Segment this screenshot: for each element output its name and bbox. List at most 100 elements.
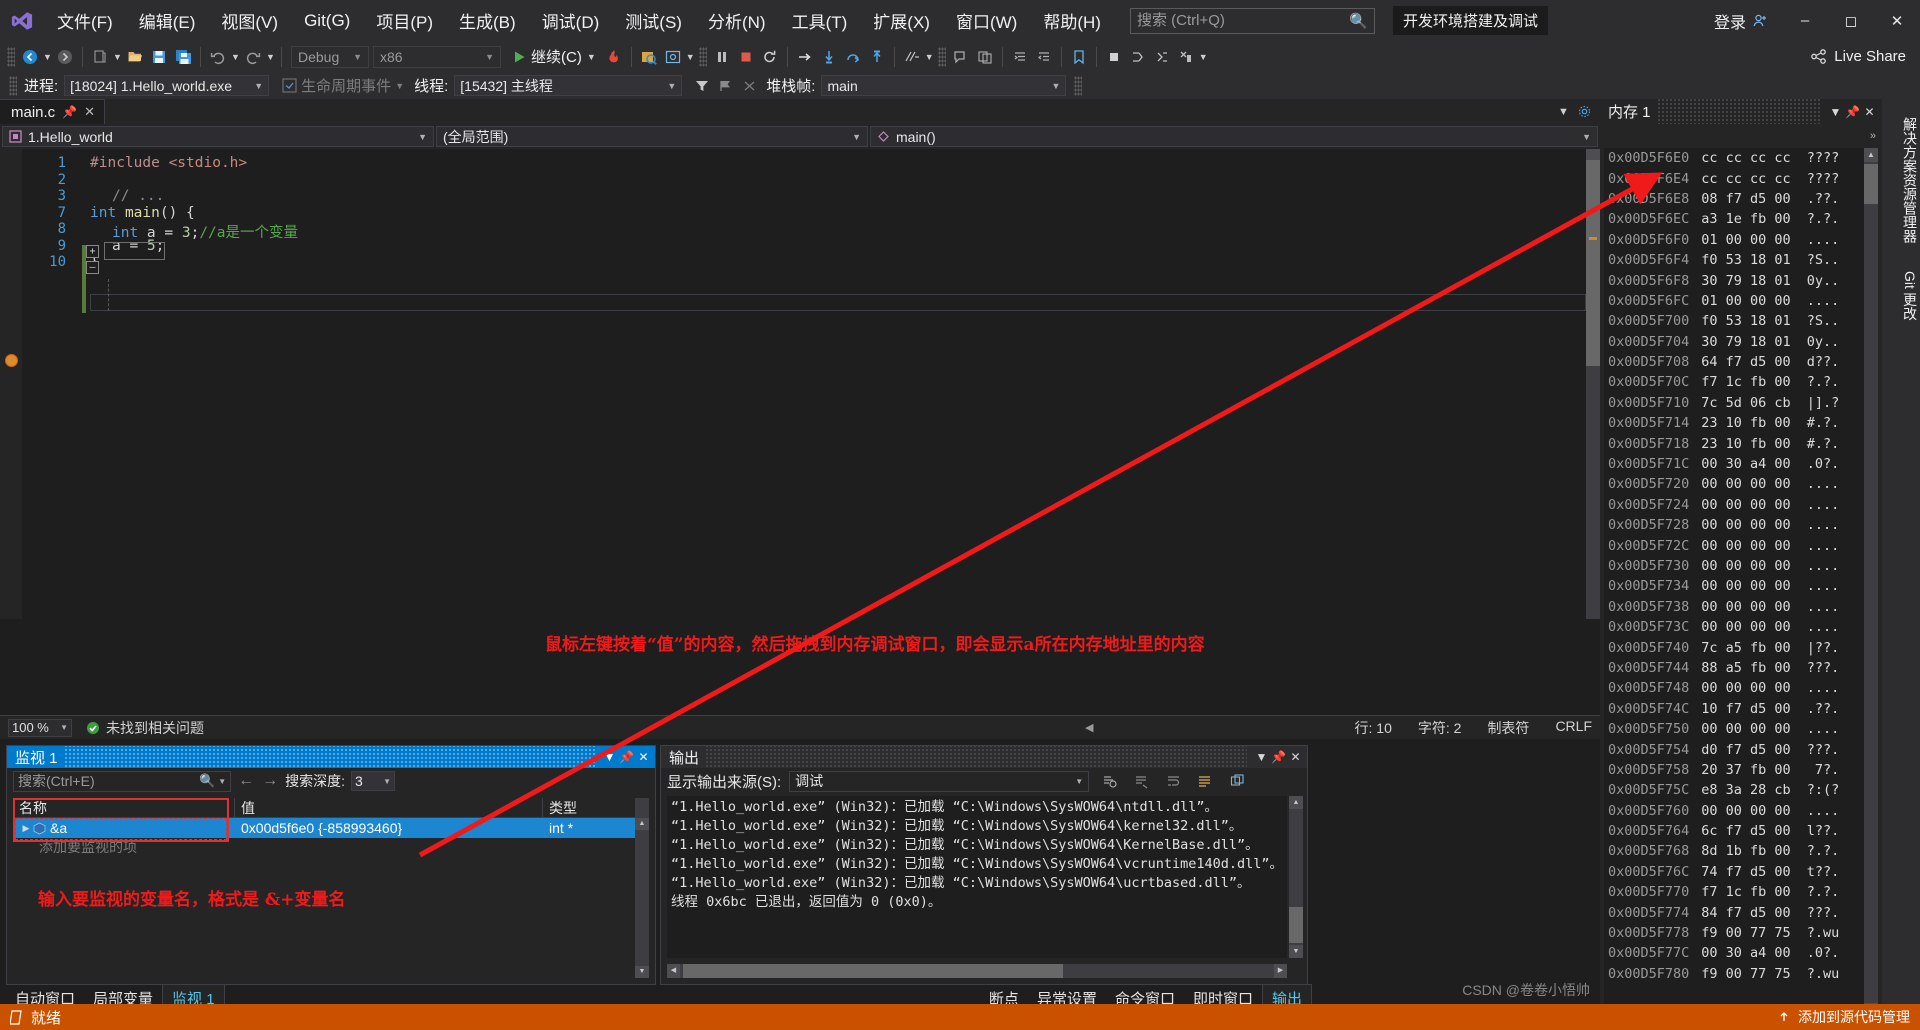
toggle-breakpoint-icon[interactable] xyxy=(1102,45,1126,69)
memory-address-bar[interactable]: » xyxy=(1600,124,1882,148)
memory-row-hex[interactable]: 00 00 00 00 xyxy=(1701,497,1790,513)
memory-row-hex[interactable]: 01 00 00 00 xyxy=(1701,232,1790,248)
redo-dropdown-icon[interactable]: ▼ xyxy=(265,52,276,62)
memory-row[interactable]: 0x00D5F75C e8 3a 28 cb ?:(? xyxy=(1604,780,1878,800)
step-over-icon[interactable] xyxy=(841,45,865,69)
uncomment-icon[interactable] xyxy=(973,45,997,69)
memory-row-hex[interactable]: 30 79 18 01 xyxy=(1701,273,1790,289)
memory-row-hex[interactable]: 00 00 00 00 xyxy=(1701,476,1790,492)
code-line[interactable]: #include <stdio.h> xyxy=(90,155,247,171)
output-window-menu-chevron-down-icon[interactable]: ▼ xyxy=(1253,747,1270,767)
watch-col-value[interactable]: 值 xyxy=(235,798,543,817)
open-file-icon[interactable] xyxy=(123,45,147,69)
navbar-scope-select[interactable]: (全局范围) ▼ xyxy=(436,126,868,147)
menu-item-analyze[interactable]: 分析(N) xyxy=(695,0,779,41)
memory-row[interactable]: 0x00D5F76C 74 f7 d5 00 t??. xyxy=(1604,862,1878,882)
memory-row[interactable]: 0x00D5F774 84 f7 d5 00???. xyxy=(1604,902,1878,922)
breakpoint-gutter[interactable] xyxy=(0,149,22,619)
memory-row-hex[interactable]: 7c 5d 06 cb xyxy=(1701,395,1790,411)
watch-add-item-row[interactable]: 添加要监视的项 xyxy=(13,838,649,856)
breakpoints-dropdown-icon[interactable]: ▼ xyxy=(1198,52,1209,62)
scroll-up-arrow-icon[interactable]: ▲ xyxy=(635,818,649,830)
outdent-icon[interactable] xyxy=(1032,45,1056,69)
memory-row[interactable]: 0x00D5F704 30 79 18 01 0y.. xyxy=(1604,332,1878,352)
memory-row-hex[interactable]: cc cc cc cc xyxy=(1701,150,1790,166)
memory-row-hex[interactable]: f0 53 18 01 xyxy=(1701,252,1790,268)
breakpoint-glyph-icon[interactable] xyxy=(5,354,18,367)
memory-row-hex[interactable]: a3 1e fb 00 xyxy=(1701,211,1790,227)
toolbar-grip-2[interactable] xyxy=(698,46,707,67)
code-line[interactable]: // ... xyxy=(112,188,164,204)
thread-select[interactable]: [15432] 主线程 ▼ xyxy=(454,75,683,96)
memory-vertical-scrollbar[interactable]: ▲ ▼ xyxy=(1864,148,1878,1017)
show-next-statement-icon[interactable] xyxy=(793,45,817,69)
memory-row-hex[interactable]: 20 37 fb 00 xyxy=(1701,762,1790,778)
memory-window-pin-icon[interactable]: 📌 xyxy=(1844,101,1861,123)
memory-row[interactable]: 0x00D5F738 00 00 00 00.... xyxy=(1604,597,1878,617)
memory-row-hex[interactable]: f7 1c fb 00 xyxy=(1701,374,1790,390)
watch-window-menu-chevron-down-icon[interactable]: ▼ xyxy=(601,747,618,767)
watch-search-box[interactable]: 🔍 ▼ xyxy=(13,770,232,792)
scroll-right-arrow-icon[interactable]: ▶ xyxy=(1274,964,1287,978)
scroll-left-arrow-icon[interactable]: ◀ xyxy=(667,964,680,978)
save-all-icon[interactable] xyxy=(171,45,195,69)
watch-col-name[interactable]: 名称 xyxy=(13,798,235,817)
sign-in-button[interactable]: 登录 xyxy=(1700,9,1782,33)
menu-item-git[interactable]: Git(G) xyxy=(291,0,363,41)
output-window-pin-icon[interactable]: 📌 xyxy=(1270,747,1287,767)
output-scroll-thumb[interactable] xyxy=(1289,907,1303,943)
toolbar-grip[interactable] xyxy=(7,46,15,67)
enable-breakpoints-icon[interactable] xyxy=(1126,45,1150,69)
screenshot-icon[interactable] xyxy=(661,45,685,69)
memory-row[interactable]: 0x00D5F708 64 f7 d5 00 d??. xyxy=(1604,352,1878,372)
collapsed-region-box[interactable] xyxy=(104,242,165,260)
navbar-project-select[interactable]: 1.Hello_world ▼ xyxy=(2,126,434,147)
memory-row[interactable]: 0x00D5F77C 00 30 a4 00 .0?. xyxy=(1604,943,1878,963)
memory-row-hex[interactable]: 00 00 00 00 xyxy=(1701,721,1790,737)
status-bar-right[interactable]: 添加到源代码管理 xyxy=(1778,1007,1910,1027)
memory-scroll-thumb[interactable] xyxy=(1864,164,1878,204)
lifecycle-events-icon[interactable] xyxy=(277,74,301,98)
memory-row-hex[interactable]: e8 3a 28 cb xyxy=(1701,782,1790,798)
memory-row-hex[interactable]: 00 00 00 00 xyxy=(1701,517,1790,533)
memory-row[interactable]: 0x00D5F768 8d 1b fb 00?.?. xyxy=(1604,841,1878,861)
memory-row[interactable]: 0x00D5F6FC 01 00 00 00.... xyxy=(1604,291,1878,311)
restart-icon[interactable] xyxy=(758,45,782,69)
memory-toolbar-overflow-icon[interactable]: » xyxy=(1870,130,1876,142)
editor-settings-gear-icon[interactable] xyxy=(1575,101,1594,123)
memory-row[interactable]: 0x00D5F750 00 00 00 00.... xyxy=(1604,719,1878,739)
output-vertical-scrollbar[interactable]: ▲ ▼ xyxy=(1289,796,1303,958)
memory-row-hex[interactable]: 00 00 00 00 xyxy=(1701,803,1790,819)
output-clear-all-icon[interactable] xyxy=(1129,770,1153,792)
memory-row[interactable]: 0x00D5F70C f7 1c fb 00?.?. xyxy=(1604,372,1878,392)
memory-row-hex[interactable]: 64 f7 d5 00 xyxy=(1701,354,1790,370)
search-depth-stepper[interactable]: 3 ▼ xyxy=(351,771,395,791)
expand-chevron-right-icon[interactable]: ▶ xyxy=(19,823,33,834)
memory-row-hex[interactable]: 88 a5 fb 00 xyxy=(1701,660,1790,676)
menu-item-debug[interactable]: 调试(D) xyxy=(529,0,613,41)
undo-icon[interactable] xyxy=(206,45,230,69)
memory-row[interactable]: 0x00D5F744 88 a5 fb 00???. xyxy=(1604,658,1878,678)
navigate-back-dropdown-icon[interactable]: ▼ xyxy=(42,52,53,62)
step-out-icon[interactable] xyxy=(865,45,889,69)
menu-item-build[interactable]: 生成(B) xyxy=(446,0,529,41)
close-button[interactable]: ✕ xyxy=(1874,0,1920,41)
table-row[interactable]: ▶ &a 0x00d5f6e0 {-858993460} int * xyxy=(13,818,649,838)
memory-row-hex[interactable]: 30 79 18 01 xyxy=(1701,334,1790,350)
dock-item-solution-explorer[interactable]: 解决方案资源管理器 xyxy=(1882,107,1920,253)
search-prev-icon[interactable]: ← xyxy=(237,772,255,790)
memory-row[interactable]: 0x00D5F6E0 cc cc cc cc???? xyxy=(1604,148,1878,168)
memory-row[interactable]: 0x00D5F764 6c f7 d5 00 l??. xyxy=(1604,821,1878,841)
memory-row-hex[interactable]: 00 00 00 00 xyxy=(1701,558,1790,574)
stackframe-select[interactable]: main ▼ xyxy=(821,75,1067,96)
memory-row[interactable]: 0x00D5F778 f9 00 77 75 ?.wu xyxy=(1604,923,1878,943)
quick-search-box[interactable]: 🔍 xyxy=(1129,7,1375,34)
solution-configuration-select[interactable]: Debug ▼ xyxy=(291,45,369,68)
memory-row[interactable]: 0x00D5F734 00 00 00 00.... xyxy=(1604,576,1878,596)
document-tab-main-c[interactable]: main.c 📌 ✕ xyxy=(0,99,106,124)
screenshot-dropdown-icon[interactable]: ▼ xyxy=(685,52,696,62)
expand-region-icon[interactable]: + xyxy=(86,244,99,258)
process-select[interactable]: [18024] 1.Hello_world.exe ▼ xyxy=(64,75,270,96)
memory-row[interactable]: 0x00D5F6F8 30 79 18 01 0y.. xyxy=(1604,270,1878,290)
memory-window-menu-chevron-down-icon[interactable]: ▼ xyxy=(1827,101,1844,123)
